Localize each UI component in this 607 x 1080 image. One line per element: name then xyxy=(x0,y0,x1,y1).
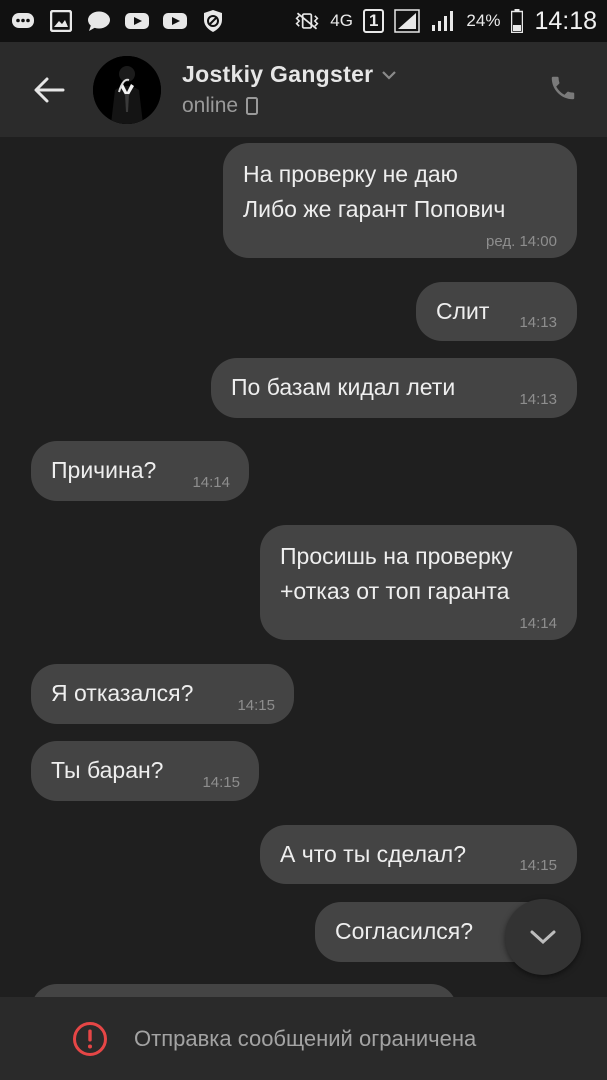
sim-badge: 1 xyxy=(362,9,385,33)
message-time: 14:14 xyxy=(192,474,230,491)
restriction-bar: Отправка сообщений ограничена xyxy=(0,997,607,1080)
arrow-left-icon xyxy=(34,77,65,102)
message-time: 14:15 xyxy=(237,697,275,714)
network-type: 4G xyxy=(330,11,353,30)
vibrate-icon xyxy=(294,10,320,32)
message-bubble[interactable]: По базам кидал лети 14:13 xyxy=(211,358,577,418)
message-icon xyxy=(86,10,112,32)
signal-icon xyxy=(394,9,421,33)
message-bubble[interactable]: На проверку не даю Либо же гарант Попови… xyxy=(223,143,577,258)
message-bubble[interactable]: Просишь на проверку +отказ от топ гарант… xyxy=(260,525,577,640)
alert-circle-icon xyxy=(73,1021,107,1056)
youtube-icon xyxy=(162,10,188,32)
status-bar: 4G 1 24% 14:18 xyxy=(0,0,607,42)
message-bubble[interactable]: Причина? 14:14 xyxy=(31,441,249,501)
message-time: 14:15 xyxy=(202,774,240,791)
message-text: А что ты сделал? xyxy=(280,841,466,867)
chevron-down-icon xyxy=(530,930,556,945)
battery-percent: 24% xyxy=(466,11,501,30)
message-text: Просишь на проверку +отказ от топ гарант… xyxy=(280,543,513,604)
restriction-text: Отправка сообщений ограничена xyxy=(134,1025,477,1051)
chat-icon xyxy=(10,10,36,32)
mobile-icon xyxy=(246,97,259,115)
message-list[interactable]: На проверку не даю Либо же гарант Попови… xyxy=(0,137,607,1000)
battery-icon xyxy=(510,9,524,33)
message-time: 14:15 xyxy=(519,857,557,874)
blocked-icon xyxy=(200,10,226,32)
avatar[interactable] xyxy=(93,55,161,124)
message-text: По базам кидал лети xyxy=(231,374,456,400)
message-bubble[interactable]: Слит 14:13 xyxy=(416,282,577,341)
scroll-down-button[interactable] xyxy=(505,899,581,975)
youtube-icon xyxy=(124,10,150,32)
message-time: 14:13 xyxy=(519,314,557,331)
chevron-down-icon[interactable] xyxy=(381,69,397,81)
phone-icon xyxy=(551,76,575,100)
message-time: 14:14 xyxy=(519,615,557,632)
clock: 14:18 xyxy=(534,6,597,35)
message-time: 14:13 xyxy=(519,391,557,408)
contact-name[interactable]: Jostkiy Gangster xyxy=(182,61,373,88)
online-status: online xyxy=(182,94,239,117)
message-bubble[interactable]: Я отказался? 14:15 xyxy=(31,664,294,724)
message-bubble[interactable]: Ты баран? 14:15 xyxy=(31,741,259,801)
message-bubble[interactable]: А что ты сделал? 14:15 xyxy=(260,825,577,884)
message-text: На проверку не даю Либо же гарант Попови… xyxy=(243,161,506,222)
chat-header: Jostkiy Gangster online xyxy=(0,42,607,137)
call-button[interactable] xyxy=(543,68,583,108)
message-time: ред. 14:00 xyxy=(486,233,557,250)
signal-icon xyxy=(430,10,456,32)
gallery-icon xyxy=(48,10,74,32)
back-button[interactable] xyxy=(27,68,71,112)
